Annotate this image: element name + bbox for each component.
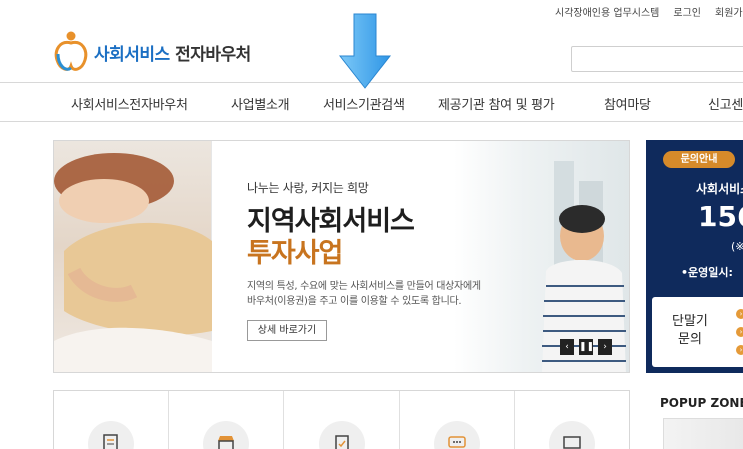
- slide-pause-button[interactable]: ❚❚: [579, 339, 594, 355]
- inquiry-hours: •운영일시:: [681, 266, 733, 279]
- detail-button[interactable]: 상세 바로가기: [247, 320, 327, 341]
- chevron-right-icon[interactable]: ›: [736, 309, 743, 319]
- inquiry-panel: 문의안내 사회서비스 1566 (※ •운영일시: 단말기 문의 › › ›: [646, 140, 743, 373]
- chat-icon: [433, 421, 480, 449]
- link-accessibility[interactable]: 시각장애인용 업무시스템: [555, 8, 659, 19]
- nav-item-agency-search[interactable]: 서비스기관검색: [323, 94, 405, 113]
- hero-banner: 나누는 사랑, 커지는 희망 지역사회서비스 투자사업 지역의 특성, 수요에 …: [53, 140, 630, 373]
- document-icon: [88, 421, 135, 449]
- hero-photo-woman: [54, 141, 212, 372]
- terminal-label-line: 단말기: [672, 314, 708, 329]
- logo-suffix: 전자바우처: [169, 44, 251, 65]
- store-icon: [203, 421, 250, 449]
- chevron-right-icon[interactable]: ›: [736, 327, 743, 337]
- terminal-label-line: 문의: [677, 332, 702, 347]
- inquiry-phone: 1566: [698, 200, 743, 233]
- inquiry-title: 사회서비스: [696, 182, 743, 196]
- terminal-inquiry-box[interactable]: 단말기 문의 › › ›: [652, 297, 743, 367]
- nav-item-report[interactable]: 신고센터: [708, 94, 743, 113]
- hero-desc-line: 바우처(이용권)을 주고 이를 이용할 수 있도록 합니다.: [247, 296, 462, 307]
- search-input[interactable]: [571, 46, 743, 72]
- quick-menu-item[interactable]: [515, 391, 629, 449]
- popup-banner[interactable]: [663, 418, 743, 449]
- utility-links: 시각장애인용 업무시스템 로그인 회원가입: [555, 4, 743, 19]
- nav-item-voucher[interactable]: 사회서비스전자바우처: [71, 94, 188, 113]
- hero-subtitle: 나누는 사랑, 커지는 희망: [247, 181, 369, 195]
- quick-menu-item[interactable]: [54, 391, 170, 449]
- site-logo[interactable]: 사회서비스 전자바우처: [52, 30, 251, 74]
- logo-icon: [52, 30, 90, 74]
- checklist-icon: [318, 421, 365, 449]
- chevron-right-icon[interactable]: ›: [736, 345, 743, 355]
- slide-next-button[interactable]: ›: [598, 339, 612, 355]
- link-signup[interactable]: 회원가입: [715, 8, 743, 19]
- inquiry-note: (※: [731, 240, 743, 253]
- slide-prev-button[interactable]: ‹: [560, 339, 574, 355]
- quick-menu: [53, 390, 630, 449]
- popup-zone-title: POPUP ZONE: [660, 396, 743, 410]
- nav-item-business[interactable]: 사업별소개: [231, 94, 290, 113]
- monitor-icon: [548, 421, 595, 449]
- nav-item-community[interactable]: 참여마당: [604, 94, 651, 113]
- quick-menu-item[interactable]: [400, 391, 515, 449]
- hero-description: 지역의 특성, 수요에 맞는 사회서비스를 만들어 대상자에게 바우처(이용권)…: [247, 279, 537, 309]
- hero-title-accent: 투자사업: [247, 238, 343, 269]
- terminal-inquiry-label: 단말기 문의: [672, 313, 708, 349]
- arrow-down-icon: [338, 13, 392, 89]
- inquiry-badge: 문의안내: [663, 151, 735, 168]
- nav-item-participation[interactable]: 제공기관 참여 및 평가: [438, 94, 555, 113]
- logo-brand: 사회서비스: [94, 44, 170, 65]
- hero-desc-line: 지역의 특성, 수요에 맞는 사회서비스를 만들어 대상자에게: [247, 281, 481, 292]
- quick-menu-item[interactable]: [169, 391, 285, 449]
- link-login[interactable]: 로그인: [673, 8, 701, 19]
- quick-menu-item[interactable]: [284, 391, 400, 449]
- logo-text: 사회서비스 전자바우처: [94, 40, 251, 65]
